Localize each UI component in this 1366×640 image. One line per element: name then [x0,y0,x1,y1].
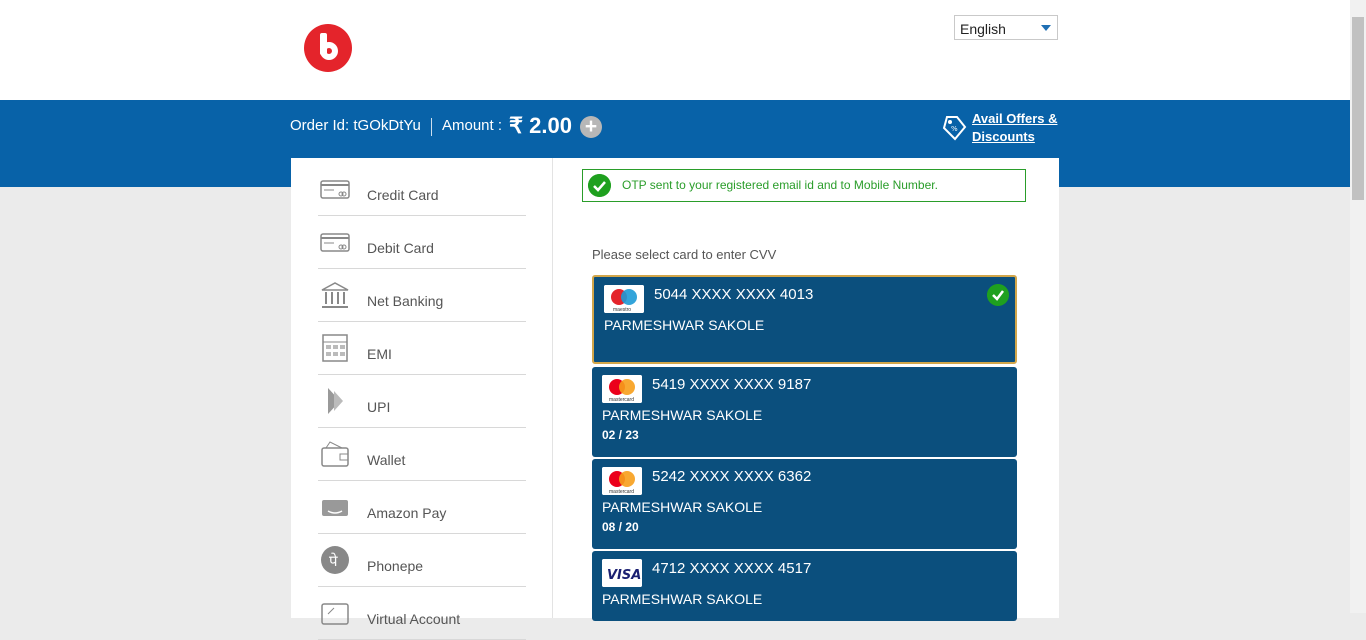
nav-item-credit-card[interactable]: Credit Card [318,163,526,216]
expand-amount-button[interactable]: + [580,116,602,138]
amount-label: Amount : [442,117,503,134]
saved-card[interactable]: maestro 5044 XXXX XXXX 4013 PARMESHWAR S… [592,275,1017,364]
svg-text:पे: पे [329,552,338,570]
virtual-account-icon [321,603,349,625]
select-card-prompt: Please select card to enter CVV [592,247,777,262]
otp-success-banner: OTP sent to your registered email id and… [582,169,1026,202]
nav-item-label: Credit Card [367,187,439,203]
mastercard-logo-icon: mastercard [602,375,642,403]
top-header: English [0,0,1366,100]
nav-item-label: Virtual Account [367,611,461,627]
card-expiry: 02 / 23 [602,428,639,442]
offer-tag-icon: % [942,116,967,141]
success-check-icon [588,174,611,197]
nav-item-label: Debit Card [367,240,434,256]
chevron-down-icon [1041,25,1051,31]
card-holder-name: PARMESHWAR SAKOLE [604,317,765,333]
payment-method-nav: Credit Card Debit Card Net Banking EMI U… [291,158,553,640]
scrollbar-thumb[interactable] [1352,17,1364,200]
mastercard-logo-icon: mastercard [602,467,642,495]
nav-item-emi[interactable]: EMI [318,322,526,375]
nav-item-virtual-account[interactable]: Virtual Account [318,587,526,640]
nav-item-upi[interactable]: UPI [318,375,526,428]
card-number: 4712 XXXX XXXX 4517 [652,560,812,577]
card-brand-text: mastercard [609,397,634,403]
nav-item-amazon-pay[interactable]: Amazon Pay [318,481,526,534]
nav-item-label: Wallet [367,452,406,468]
nav-item-label: Phonepe [367,558,424,574]
saved-card[interactable]: mastercard 5419 XXXX XXXX 9187 PARMESHWA… [592,367,1017,457]
nav-item-phonepe[interactable]: पे Phonepe [318,534,526,587]
nav-item-net-banking[interactable]: Net Banking [318,269,526,322]
language-select-value: English [960,21,1006,37]
card-number: 5044 XXXX XXXX 4013 [654,286,814,303]
debit-card-icon [320,233,350,252]
card-holder-name: PARMESHWAR SAKOLE [602,499,763,515]
saved-card[interactable]: VISA 4712 XXXX XXXX 4517 PARMESHWAR SAKO… [592,551,1017,621]
calculator-icon [322,334,348,362]
order-id: Order Id: tGOkDtYu [290,117,421,134]
card-brand-text: maestro [613,307,631,313]
card-holder-name: PARMESHWAR SAKOLE [602,407,763,423]
amazon-pay-icon [322,500,348,516]
otp-message: OTP sent to your registered email id and… [622,178,938,192]
saved-card[interactable]: mastercard 5242 XXXX XXXX 6362 PARMESHWA… [592,459,1017,549]
card-holder-name: PARMESHWAR SAKOLE [602,591,763,607]
offers-link-line1: Avail Offers & [972,111,1058,126]
selected-check-icon [987,284,1009,306]
nav-item-label: Net Banking [367,293,444,309]
merchant-logo-icon [304,24,352,72]
phonepe-icon: पे [321,546,349,574]
nav-item-wallet[interactable]: Wallet [318,428,526,481]
card-number: 5242 XXXX XXXX 6362 [652,468,812,485]
card-brand-text: VISA [607,568,641,583]
svg-text:%: % [951,125,958,133]
maestro-logo-icon: maestro [604,285,644,313]
card-brand-text: mastercard [609,489,634,495]
nav-item-label: Amazon Pay [367,505,447,521]
card-number: 5419 XXXX XXXX 9187 [652,376,812,393]
language-select[interactable]: English [954,15,1058,40]
upi-icon [328,388,343,414]
nav-item-debit-card[interactable]: Debit Card [318,216,526,269]
offers-link-line2: Discounts [972,129,1035,144]
amount-value: ₹ 2.00 [509,113,572,138]
nav-item-label: EMI [367,346,392,362]
nav-item-label: UPI [367,399,391,415]
divider [431,118,432,136]
bank-icon [321,282,349,308]
wallet-icon [321,441,349,467]
avail-offers-link[interactable]: Avail Offers & Discounts [972,110,1058,146]
credit-card-icon [320,180,350,199]
card-expiry: 08 / 20 [602,520,639,534]
visa-logo-icon: VISA [602,559,642,587]
